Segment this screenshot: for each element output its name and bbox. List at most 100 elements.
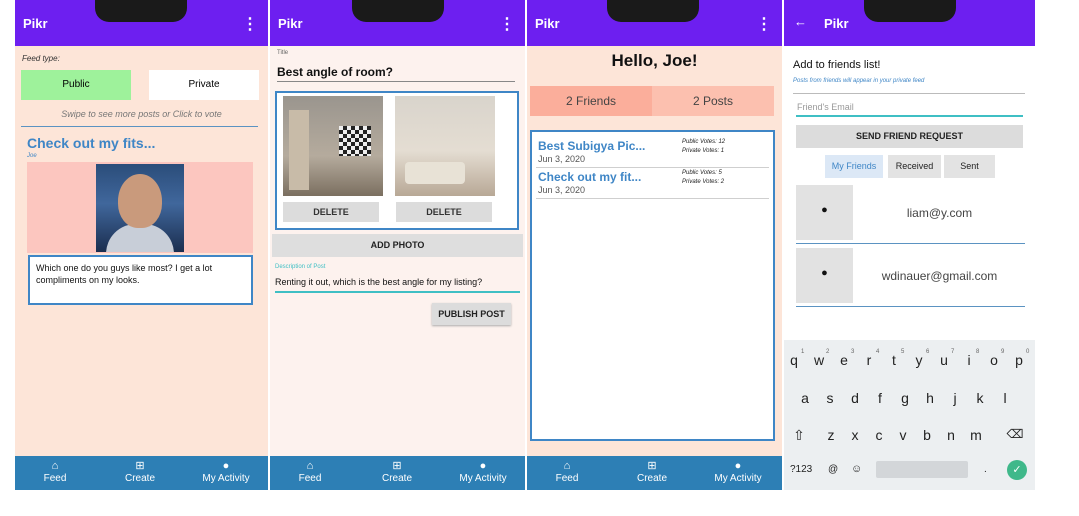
activity-post-title[interactable]: Check out my fit... — [538, 170, 641, 184]
room-photo-2[interactable] — [395, 96, 495, 196]
key-f[interactable]: f — [871, 390, 889, 406]
app-title: Pikr — [278, 16, 303, 31]
camera-notch — [607, 0, 699, 22]
camera-notch — [352, 0, 444, 22]
app-title: Pikr — [23, 16, 48, 31]
send-friend-request-button[interactable]: SEND FRIEND REQUEST — [796, 125, 1023, 148]
friend-divider — [796, 306, 1025, 307]
private-feed-button[interactable]: Private — [149, 70, 259, 100]
person-icon: ● — [734, 460, 742, 472]
nav-create-label: Create — [636, 473, 667, 484]
key-n[interactable]: n — [942, 427, 960, 443]
key-a[interactable]: a — [796, 390, 814, 406]
private-votes: Private Votes: 1 — [682, 148, 725, 154]
feed-type-label: Feed type: — [22, 54, 60, 63]
app-bar: ← Pikr — [784, 0, 1035, 46]
delete-photo-2-button[interactable]: DELETE — [396, 202, 492, 222]
key-c[interactable]: c — [870, 427, 888, 443]
overflow-menu-icon[interactable]: ⋮ — [499, 14, 515, 34]
publish-post-button[interactable]: PUBLISH POST — [432, 303, 511, 325]
key-hint: 7 — [951, 349, 955, 355]
nav-my-activity[interactable]: ● My Activity — [703, 460, 773, 484]
friend-email-input[interactable]: Friend's Email — [797, 102, 854, 112]
backspace-icon[interactable]: ⌫ — [1006, 427, 1024, 441]
on-screen-keyboard: q 1 w 2 e 3 r 4 t 5 y 6 u 7 i 8 o 9 p 0 — [784, 340, 1035, 490]
tab-sent[interactable]: Sent — [944, 155, 995, 178]
add-friends-heading: Add to friends list! — [793, 59, 881, 71]
email-underline — [796, 115, 1023, 117]
private-votes: Private Votes: 2 — [682, 179, 725, 185]
key-b[interactable]: b — [918, 427, 936, 443]
bottom-navigation: ⌂ Feed ⊞ Create ● My Activity — [15, 456, 268, 490]
title-input[interactable]: Best angle of room? — [277, 65, 393, 79]
nav-create[interactable]: ⊞ Create — [362, 460, 432, 484]
activity-list: Best Subigya Pic... Jun 3, 2020 Public V… — [530, 130, 775, 441]
app-bar: Pikr ⋮ — [270, 0, 525, 46]
public-votes: Public Votes: 5 — [682, 170, 722, 176]
nav-feed[interactable]: ⌂ Feed — [532, 460, 602, 484]
overflow-menu-icon[interactable]: ⋮ — [242, 14, 258, 34]
key-z[interactable]: z — [822, 427, 840, 443]
friend-email[interactable]: liam@y.com — [844, 206, 1035, 220]
delete-photo-1-button[interactable]: DELETE — [283, 202, 379, 222]
check-icon[interactable]: ✓ — [1007, 460, 1027, 480]
public-votes: Public Votes: 12 — [682, 139, 726, 145]
activity-post-title[interactable]: Best Subigya Pic... — [538, 139, 645, 153]
back-arrow-icon[interactable]: ← — [794, 14, 807, 29]
key-v[interactable]: v — [894, 427, 912, 443]
at-key[interactable]: @ — [828, 464, 838, 475]
add-box-icon: ⊞ — [392, 460, 402, 472]
key-m[interactable]: m — [967, 427, 985, 443]
key-hint: 2 — [826, 349, 830, 355]
nav-feed[interactable]: ⌂ Feed — [20, 460, 90, 484]
friend-email[interactable]: wdinauer@gmail.com — [844, 269, 1035, 283]
nav-my-activity[interactable]: ● My Activity — [191, 460, 261, 484]
key-s[interactable]: s — [821, 390, 839, 406]
activity-post-date: Jun 3, 2020 — [538, 185, 586, 195]
nav-create[interactable]: ⊞ Create — [105, 460, 175, 484]
divider — [793, 93, 1025, 94]
key-x[interactable]: x — [846, 427, 864, 443]
description-input[interactable]: Renting it out, which is the best angle … — [275, 277, 482, 287]
app-title: Pikr — [535, 16, 560, 31]
key-g[interactable]: g — [896, 390, 914, 406]
key-d[interactable]: d — [846, 390, 864, 406]
symbols-key[interactable]: ?123 — [790, 464, 812, 475]
nav-create-label: Create — [381, 473, 412, 484]
greeting: Hello, Joe! — [611, 51, 698, 70]
swipe-hint: Swipe to see more posts or Click to vote — [61, 109, 222, 119]
room-photo-1[interactable] — [283, 96, 383, 196]
tab-received[interactable]: Received — [888, 155, 941, 178]
person-icon: ● — [479, 460, 487, 472]
public-feed-button[interactable]: Public — [21, 70, 131, 100]
post-title: Check out my fits... — [27, 135, 156, 151]
photo-sofa — [405, 162, 465, 184]
post-description: Which one do you guys like most? I get a… — [28, 255, 253, 305]
friends-count[interactable]: 2 Friends — [530, 86, 652, 116]
bottom-navigation: ⌂ Feed ⊞ Create ● My Activity — [270, 456, 525, 490]
posts-count[interactable]: 2 Posts — [652, 86, 774, 116]
key-hint: 1 — [801, 349, 805, 355]
nav-my-activity[interactable]: ● My Activity — [448, 460, 518, 484]
nav-feed[interactable]: ⌂ Feed — [275, 460, 345, 484]
tab-my-friends[interactable]: My Friends — [825, 155, 883, 178]
key-h[interactable]: h — [921, 390, 939, 406]
activity-post-date: Jun 3, 2020 — [538, 154, 586, 164]
shift-icon[interactable]: ⇧ — [790, 427, 808, 444]
key-k[interactable]: k — [971, 390, 989, 406]
friend-divider — [796, 243, 1025, 244]
phone-feed-screen: Pikr ⋮ Feed type: Public Private Swipe t… — [15, 0, 268, 490]
emoji-icon[interactable]: ☺ — [851, 463, 862, 475]
app-bar: Pikr ⋮ — [15, 0, 268, 46]
overflow-menu-icon[interactable]: ⋮ — [756, 14, 772, 34]
space-bar[interactable] — [876, 461, 968, 478]
post-photo[interactable] — [96, 164, 184, 252]
period-key[interactable]: . — [984, 464, 987, 475]
phone-friends-screen: ← Pikr Add to friends list! Posts from f… — [784, 0, 1035, 490]
key-l[interactable]: l — [996, 390, 1014, 406]
add-box-icon: ⊞ — [647, 460, 657, 472]
nav-feed-label: Feed — [298, 473, 322, 484]
add-photo-button[interactable]: ADD PHOTO — [272, 234, 523, 257]
nav-create[interactable]: ⊞ Create — [617, 460, 687, 484]
key-j[interactable]: j — [946, 390, 964, 406]
